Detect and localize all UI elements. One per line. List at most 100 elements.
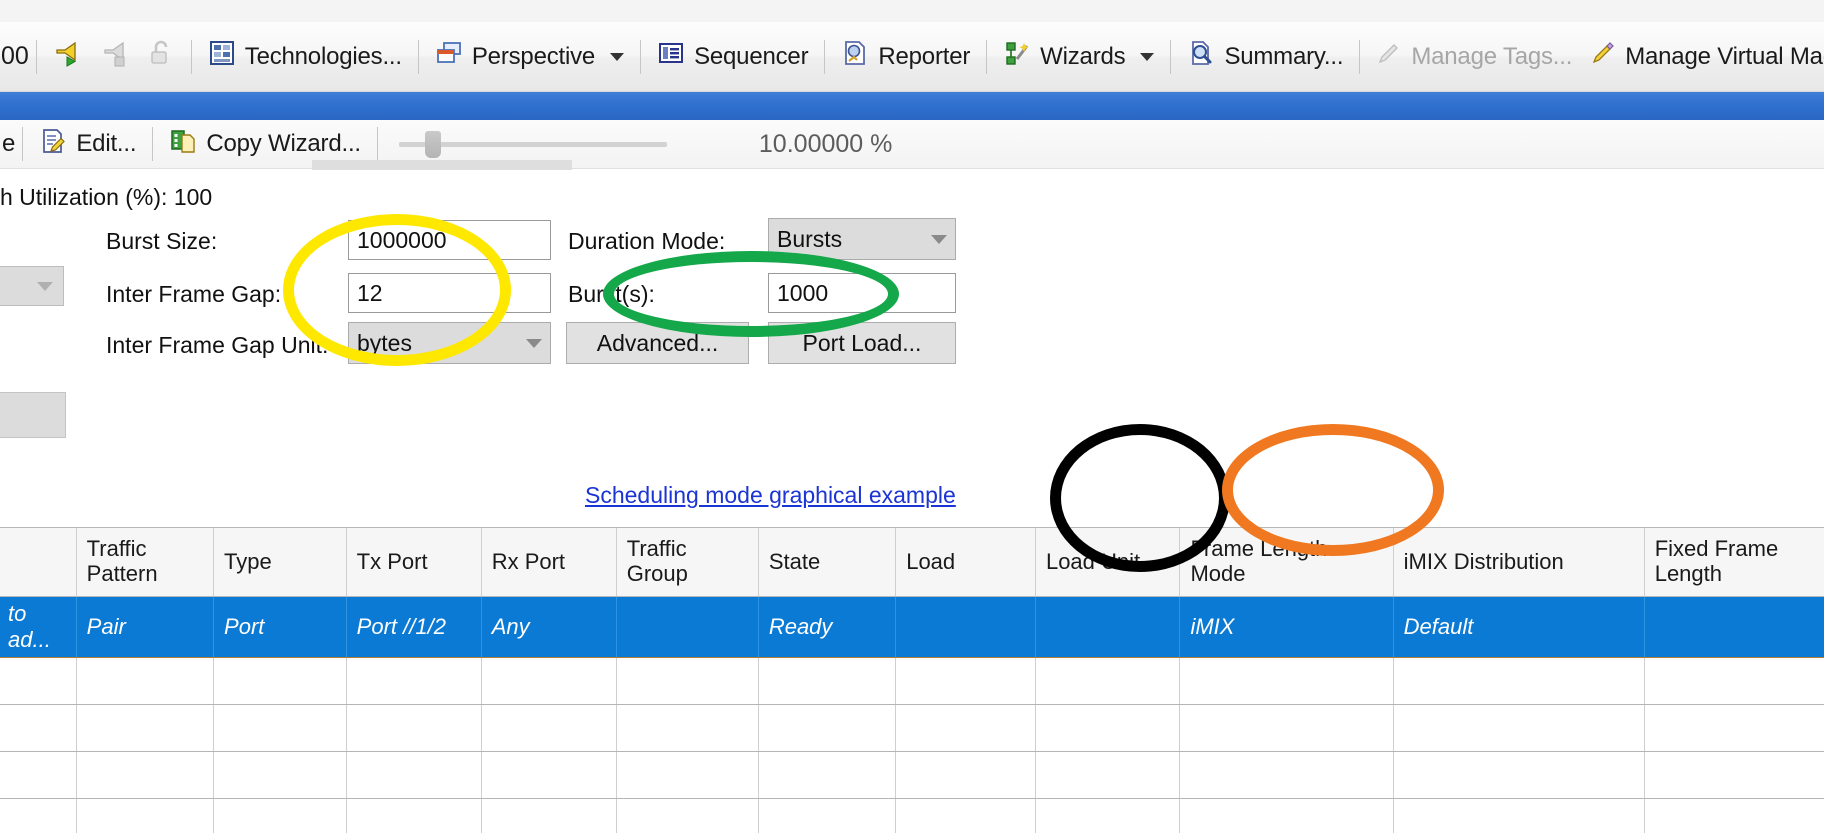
- inter-frame-gap-unit-combobox[interactable]: bytes: [348, 322, 551, 364]
- table-cell[interactable]: [896, 799, 1036, 833]
- table-cell[interactable]: [896, 752, 1036, 799]
- table-header-cell[interactable]: Type: [214, 528, 347, 597]
- table-row[interactable]: [0, 799, 1824, 833]
- table-header-cell[interactable]: Rx Port: [481, 528, 616, 597]
- table-row[interactable]: [0, 705, 1824, 752]
- table-cell[interactable]: [76, 799, 213, 833]
- load-slider[interactable]: [399, 129, 667, 159]
- table-cell[interactable]: [76, 658, 213, 705]
- table-cell[interactable]: [0, 799, 76, 833]
- table-header-cell[interactable]: State: [758, 528, 895, 597]
- table-cell[interactable]: [76, 705, 213, 752]
- port-load-button[interactable]: Port Load...: [768, 322, 956, 364]
- table-cell[interactable]: [346, 705, 481, 752]
- duration-mode-combobox[interactable]: Bursts: [768, 218, 956, 260]
- wizards-button[interactable]: Wizards: [994, 33, 1163, 80]
- reporter-button[interactable]: Reporter: [832, 33, 979, 80]
- manage-virtual-machines-button[interactable]: Manage Virtual Machines...: [1581, 34, 1824, 79]
- sequencer-button[interactable]: Sequencer: [648, 33, 817, 80]
- table-cell[interactable]: [1393, 658, 1644, 705]
- table-cell[interactable]: [346, 799, 481, 833]
- table-cell[interactable]: [616, 752, 758, 799]
- table-header-cell-frame-length-mode[interactable]: Frame Length Mode: [1180, 528, 1393, 597]
- table-cell[interactable]: [1035, 752, 1179, 799]
- table-cell[interactable]: [1180, 658, 1393, 705]
- table-cell[interactable]: [616, 597, 758, 658]
- table-header-cell-fixed-frame-length[interactable]: Fixed Frame Length: [1644, 528, 1824, 597]
- bursts-input[interactable]: 1000: [768, 273, 956, 313]
- table-cell[interactable]: [214, 799, 347, 833]
- table-cell[interactable]: [1393, 752, 1644, 799]
- table-cell[interactable]: Pair: [76, 597, 213, 658]
- table-cell[interactable]: to ad...: [0, 597, 76, 658]
- table-cell[interactable]: [0, 658, 76, 705]
- table-cell[interactable]: [1644, 658, 1824, 705]
- table-cell[interactable]: [346, 658, 481, 705]
- scheduling-mode-example-link[interactable]: Scheduling mode graphical example: [585, 482, 956, 509]
- table-cell[interactable]: [1644, 752, 1824, 799]
- table-cell-imix-distribution[interactable]: Default: [1393, 597, 1644, 658]
- table-row[interactable]: [0, 658, 1824, 705]
- table-header-cell[interactable]: Load Unit: [1035, 528, 1179, 597]
- table-cell[interactable]: [1393, 705, 1644, 752]
- table-cell[interactable]: [1644, 705, 1824, 752]
- table-cell[interactable]: [758, 705, 895, 752]
- table-cell[interactable]: Port: [214, 597, 347, 658]
- table-cell[interactable]: [481, 799, 616, 833]
- chevron-down-icon[interactable]: [1140, 53, 1154, 61]
- table-cell[interactable]: [346, 752, 481, 799]
- table-cell[interactable]: [0, 705, 76, 752]
- table-header-cell[interactable]: Load: [896, 528, 1036, 597]
- table-row[interactable]: [0, 752, 1824, 799]
- table-cell[interactable]: [481, 705, 616, 752]
- table-cell[interactable]: [481, 752, 616, 799]
- table-header-cell[interactable]: Tx Port: [346, 528, 481, 597]
- table-cell[interactable]: [1035, 658, 1179, 705]
- table-cell[interactable]: [616, 705, 758, 752]
- table-cell[interactable]: Port //1/2: [346, 597, 481, 658]
- left-truncated-button[interactable]: e...: [0, 392, 66, 438]
- table-cell[interactable]: [896, 597, 1036, 658]
- chevron-down-icon[interactable]: [610, 53, 624, 61]
- summary-button[interactable]: Summary...: [1178, 33, 1352, 80]
- inter-frame-gap-input[interactable]: 12: [348, 273, 551, 313]
- table-cell[interactable]: [1180, 752, 1393, 799]
- table-cell[interactable]: [616, 799, 758, 833]
- table-cell[interactable]: [76, 752, 213, 799]
- table-header-cell[interactable]: Traffic Group: [616, 528, 758, 597]
- table-cell[interactable]: [214, 752, 347, 799]
- apply-traffic-button[interactable]: [44, 32, 92, 81]
- table-cell[interactable]: [1035, 705, 1179, 752]
- table-cell-frame-length-mode[interactable]: iMIX: [1180, 597, 1393, 658]
- table-cell[interactable]: [758, 799, 895, 833]
- table-cell[interactable]: [1035, 799, 1179, 833]
- slider-thumb[interactable]: [425, 131, 441, 158]
- table-header-cell[interactable]: [0, 528, 76, 597]
- table-cell[interactable]: [896, 658, 1036, 705]
- table-cell[interactable]: [1644, 799, 1824, 833]
- table-header-cell-imix-distribution[interactable]: iMIX Distribution: [1393, 528, 1644, 597]
- table-cell[interactable]: [758, 658, 895, 705]
- table-cell[interactable]: [1393, 799, 1644, 833]
- edit-button[interactable]: Edit...: [30, 121, 145, 168]
- advanced-button[interactable]: Advanced...: [566, 322, 749, 364]
- table-cell[interactable]: [896, 705, 1036, 752]
- table-cell[interactable]: [1180, 705, 1393, 752]
- left-truncated-combobox[interactable]: [0, 266, 64, 306]
- table-row[interactable]: to ad... Pair Port Port //1/2 Any Ready …: [0, 597, 1824, 658]
- table-cell[interactable]: [616, 658, 758, 705]
- table-cell[interactable]: [758, 752, 895, 799]
- clear-traffic-button[interactable]: [92, 32, 140, 81]
- table-cell[interactable]: Ready: [758, 597, 895, 658]
- traffic-items-table[interactable]: Traffic Pattern Type Tx Port Rx Port Tra…: [0, 527, 1824, 833]
- table-cell[interactable]: [0, 752, 76, 799]
- table-cell[interactable]: Any: [481, 597, 616, 658]
- perspective-button[interactable]: Perspective: [426, 33, 633, 80]
- table-cell[interactable]: [1180, 799, 1393, 833]
- table-cell[interactable]: [214, 658, 347, 705]
- table-cell[interactable]: [481, 658, 616, 705]
- unlock-button[interactable]: [140, 32, 184, 81]
- table-header-cell[interactable]: Traffic Pattern: [76, 528, 213, 597]
- table-cell-fixed-frame-length[interactable]: [1644, 597, 1824, 658]
- manage-tags-button[interactable]: Manage Tags...: [1367, 34, 1581, 79]
